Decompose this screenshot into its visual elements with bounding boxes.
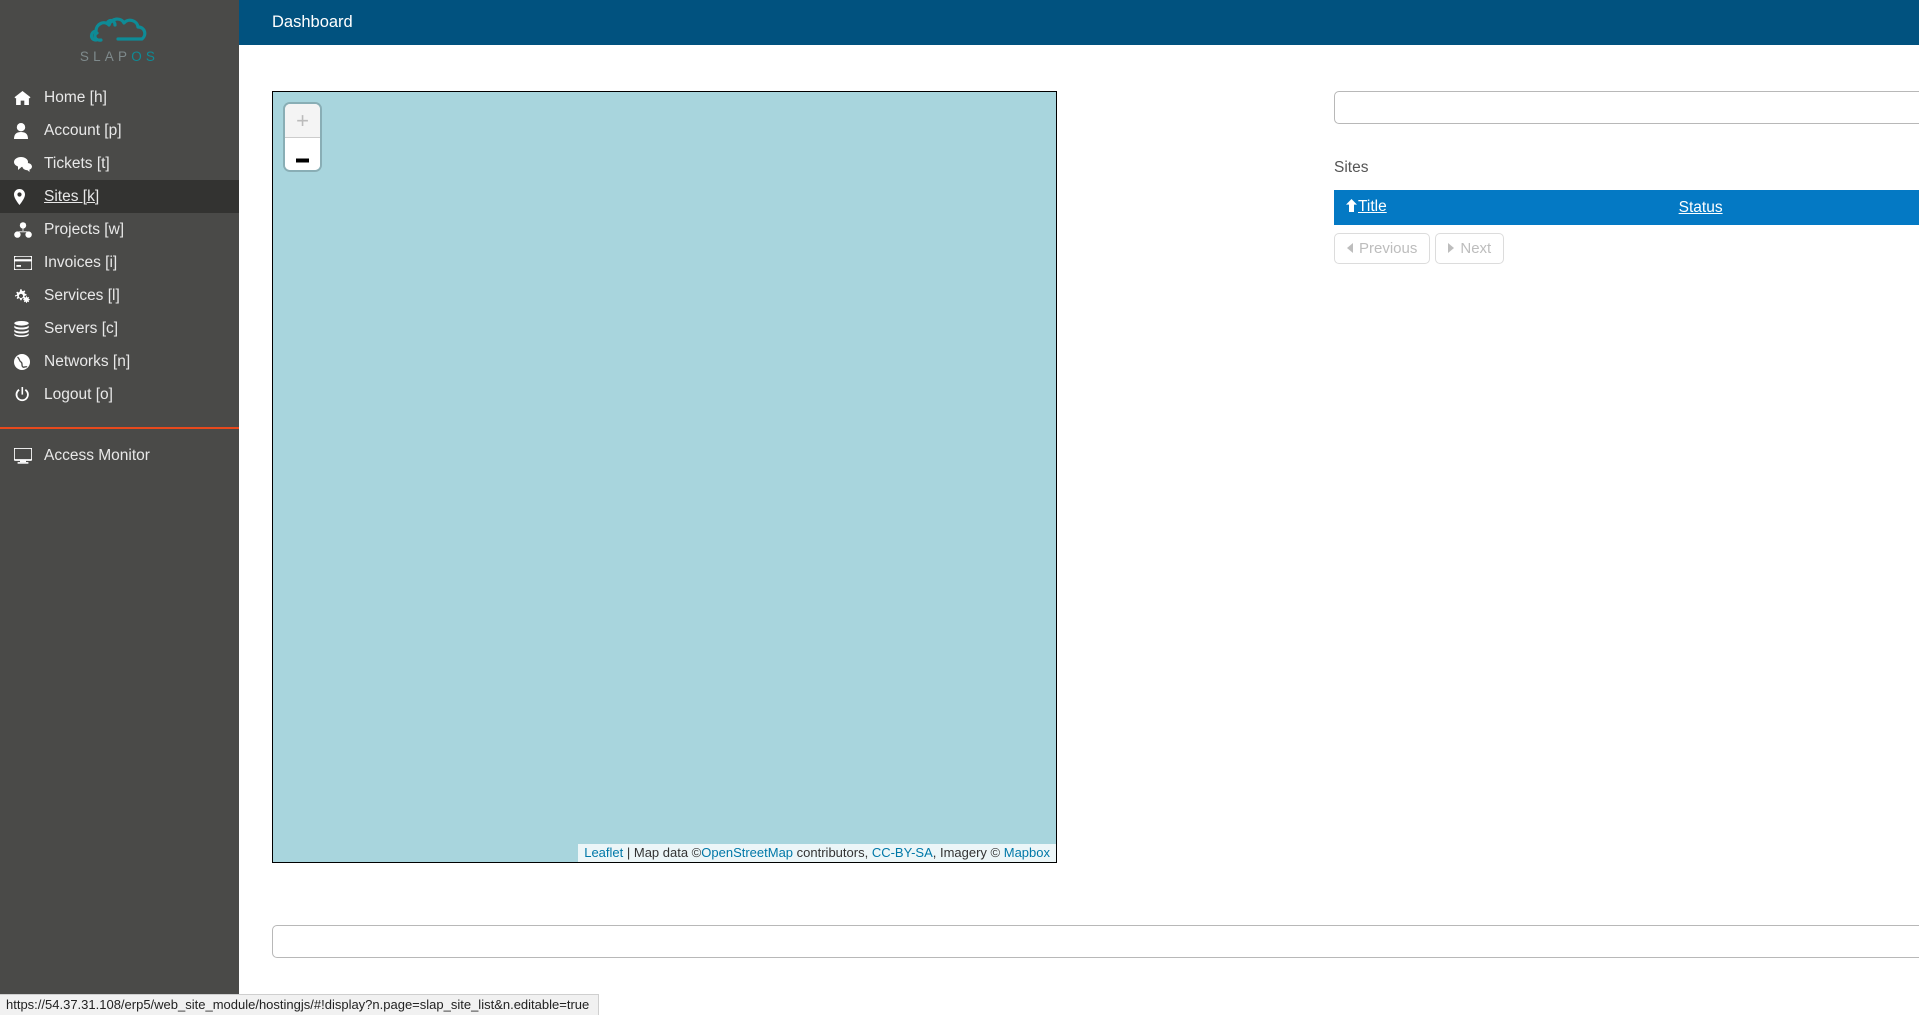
zoom-out-button[interactable] [285,137,320,170]
desktop-icon [14,447,44,464]
sites-pager-buttons: Previous Next [1334,233,1505,264]
brand-name-part2: OS [131,49,160,64]
sidebar-item-logout[interactable]: Logout [o] [0,378,239,411]
sidebar-nav: Home [h] Account [p] Tickets [t] Sites [… [0,81,239,472]
sidebar-item-sites[interactable]: Sites [k] [0,180,239,213]
sites-column-title-label: Title [1358,198,1387,215]
plus-icon: + [296,107,309,133]
sites-panel: Sites Hide Rows Sort [1334,91,1919,264]
sites-section-header: Sites Hide Rows Sort [1334,150,1919,181]
sites-column-status-label: Status [1678,198,1723,216]
sidebar-item-networks[interactable]: Networks [n] [0,345,239,378]
sidebar-item-label: Home [h] [44,88,107,106]
mapbox-link[interactable]: Mapbox [1004,845,1050,860]
sites-table-head: Title Status [1334,190,1919,225]
sidebar-item-tickets[interactable]: Tickets [t] [0,147,239,180]
sidebar-item-label: Projects [w] [44,220,125,238]
sidebar-item-services[interactable]: Services [l] [0,279,239,312]
sidebar-bottom-nav: Access Monitor [0,439,239,472]
sidebar-item-label: Logout [o] [44,385,113,403]
zoom-in-button[interactable]: + [285,104,320,137]
cloud-logo-icon [88,14,150,48]
minus-icon [296,141,309,167]
attribution-text: | Map data © [623,845,702,860]
globe-icon [14,353,44,370]
sites-previous-label: Previous [1359,240,1418,257]
sidebar-item-label: Tickets [t] [44,154,110,172]
tickets-search-input[interactable] [272,925,1919,958]
page-header: Dashboard [239,0,1919,45]
sidebar-item-label: Invoices [i] [44,253,118,271]
sidebar-item-label: Networks [n] [44,352,131,370]
user-icon [14,122,44,139]
sidebar-item-label: Sites [k] [44,187,100,205]
attribution-text: , Imagery © [932,845,1004,860]
sidebar-item-label: Access Monitor [44,446,150,464]
openstreetmap-link[interactable]: OpenStreetMap [701,845,793,860]
credit-card-icon [14,255,44,270]
map-canvas[interactable] [273,92,1056,862]
sidebar-item-account[interactable]: Account [p] [0,114,239,147]
sidebar-item-label: Servers [c] [44,319,119,337]
sites-next-label: Next [1460,240,1492,257]
browser-status-bar: https://54.37.31.108/erp5/web_site_modul… [0,994,600,1015]
sites-column-status[interactable]: Status [1667,190,1919,225]
license-link[interactable]: CC-BY-SA [872,845,933,860]
arrow-up-icon [1346,199,1357,217]
map-attribution: Leaflet | Map data ©OpenStreetMap contri… [578,844,1056,862]
sites-next-button[interactable]: Next [1435,233,1505,264]
power-off-icon [14,386,44,403]
application-window: SLAPOS Home [h] Account [p] Tickets [t] … [0,0,1919,1015]
sidebar-item-home[interactable]: Home [h] [0,81,239,114]
comments-icon [14,156,44,172]
brand-name: SLAPOS [80,49,159,64]
sidebar-item-projects[interactable]: Projects [w] [0,213,239,246]
main-area: Dashboard + Leaflet | Map data ©OpenStre… [239,0,1919,1015]
leaflet-link[interactable]: Leaflet [584,845,623,860]
sites-previous-button[interactable]: Previous [1334,233,1431,264]
home-icon [14,90,44,106]
attribution-text: contributors, [793,845,872,860]
tickets-search-row [272,925,1919,958]
sidebar-item-servers[interactable]: Servers [c] [0,312,239,345]
map-panel[interactable]: + Leaflet | Map data ©OpenStreetMap cont… [272,91,1057,863]
caret-left-icon [1347,240,1353,257]
cogs-icon [14,288,44,304]
sidebar-item-label: Account [p] [44,121,122,139]
map-marker-icon [14,188,44,205]
brand-name-part1: SLAP [79,49,132,64]
sites-pagination: Previous Next No records [1334,233,1919,264]
sites-column-title[interactable]: Title [1334,190,1667,225]
sidebar-item-access-monitor[interactable]: Access Monitor [0,439,239,472]
brand-logo[interactable]: SLAPOS [0,0,239,72]
map-zoom-control: + [285,104,320,170]
sidebar: SLAPOS Home [h] Account [p] Tickets [t] … [0,0,239,1015]
sidebar-item-label: Services [l] [44,286,120,304]
database-icon [14,320,44,337]
sites-section-title: Sites [1334,159,1369,176]
caret-right-icon [1448,240,1455,257]
page-title: Dashboard [272,13,353,31]
sites-table: Title Status [1334,190,1919,225]
sitemap-icon [14,221,44,238]
sites-search-row [1334,91,1919,124]
sites-table-header-row: Title Status [1334,190,1919,225]
sites-search-input[interactable] [1334,91,1919,124]
sidebar-item-invoices[interactable]: Invoices [i] [0,246,239,279]
sidebar-divider [0,427,239,429]
